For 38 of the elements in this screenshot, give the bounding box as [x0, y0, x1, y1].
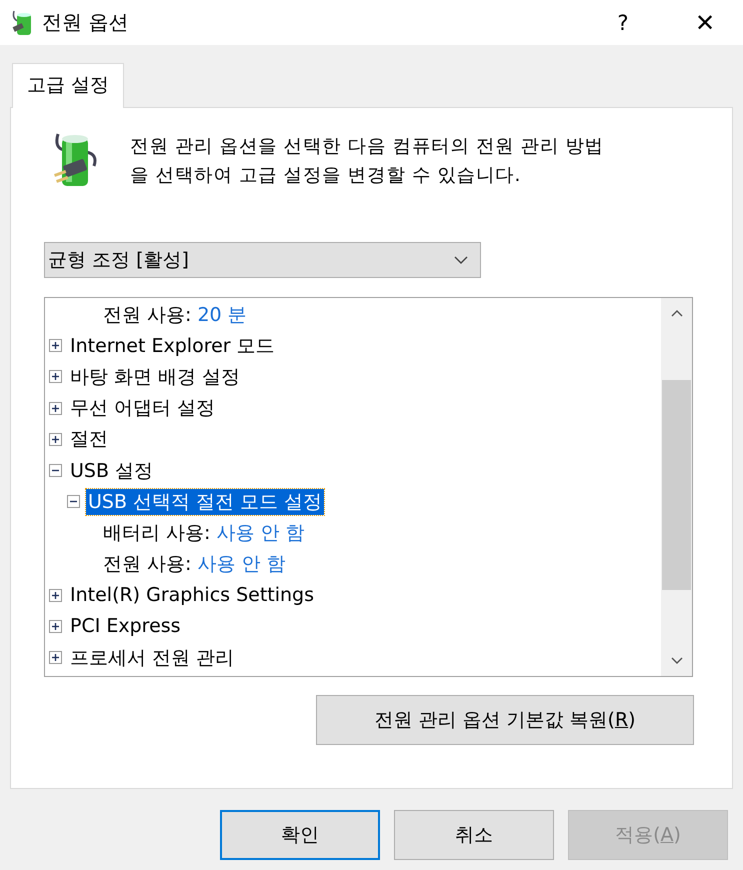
expander-icon[interactable] [67, 495, 82, 508]
expander-icon[interactable] [49, 651, 64, 664]
scroll-down-icon[interactable] [670, 657, 682, 665]
expander-icon[interactable] [49, 432, 64, 446]
tree-item[interactable]: 절전 [68, 426, 110, 452]
tree-item[interactable]: 무선 어댑터 설정 [68, 395, 218, 422]
expander-icon[interactable] [49, 464, 64, 478]
close-button[interactable]: ✕ [675, 8, 735, 36]
window-title: 전원 옵션 [42, 9, 130, 36]
dialog-button[interactable]: 취소 [394, 810, 554, 860]
chevron-down-icon [454, 256, 468, 264]
help-button[interactable]: ? [593, 10, 653, 34]
tab[interactable]: 고급 설정 [12, 63, 124, 108]
expander-icon[interactable] [49, 370, 64, 384]
scrollbar[interactable] [661, 298, 692, 676]
expander-icon[interactable] [49, 402, 64, 415]
description-text: 전원 관리 옵션을 선택한 다음 컴퓨터의 전원 관리 방법을 선택하여 고급 설정을 변경할 수 있습니다. [130, 135, 606, 188]
scrollbar-thumb[interactable] [662, 380, 691, 590]
tree-item[interactable]: 바탕 화면 배경 설정 [68, 364, 242, 390]
setting-label: 배터리 사용: [103, 520, 210, 546]
tree-item[interactable]: 프로세서 전원 관리 [68, 644, 236, 671]
tree-item[interactable]: Intel(R) Graphics Settings [68, 582, 316, 608]
dialog-button[interactable]: 확인 [220, 810, 380, 860]
tree-item[interactable]: PCI Express [68, 613, 183, 640]
tree-item[interactable]: USB 설정 [68, 458, 156, 484]
setting-label: 전원 사용: [103, 552, 192, 578]
setting-label: 전원 사용: [103, 302, 192, 328]
expander-icon[interactable] [49, 339, 64, 352]
setting-value[interactable]: 사용 안 함 [216, 520, 305, 546]
expander-icon[interactable] [49, 620, 64, 633]
scroll-up-icon[interactable] [670, 309, 682, 317]
setting-value[interactable]: 사용 안 함 [197, 551, 286, 578]
tree-item[interactable]: Internet Explorer 모드 [68, 332, 277, 359]
tree-item[interactable]: USB 선택적 절전 모드 설정 [86, 488, 324, 515]
setting-value[interactable]: 20 분 [197, 302, 247, 328]
restore-defaults-button[interactable]: 전원 관리 옵션 기본값 복원(R) [316, 695, 694, 745]
plan-dropdown[interactable]: 균형 조정 [활성] [44, 242, 481, 278]
expander-icon[interactable] [49, 588, 64, 602]
